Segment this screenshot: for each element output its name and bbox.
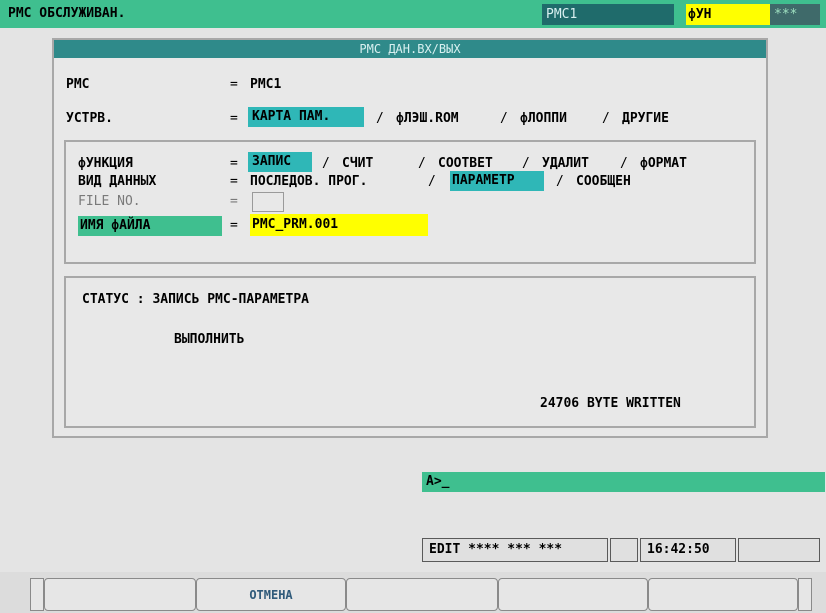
data-type-option-sequence-program[interactable]: ПОСЛЕДОВ. ПРОГ. xyxy=(250,174,367,189)
slash: / xyxy=(376,111,384,126)
data-type-option-parameter[interactable]: ПАРАМЕТР xyxy=(450,171,544,191)
device-label: УСТРВ. xyxy=(66,111,113,126)
command-input-line[interactable]: A>_ xyxy=(422,472,825,492)
file-no-input[interactable] xyxy=(252,192,284,212)
function-option-read[interactable]: СЧИТ xyxy=(342,156,373,171)
function-indicator: фУН xyxy=(686,4,770,25)
equals-sign: = xyxy=(230,77,238,92)
screen-title: PMC ОБСЛУЖИВАН. xyxy=(8,6,126,21)
file-name-input[interactable]: PMC_PRM.001 xyxy=(250,214,428,236)
softkey-4[interactable] xyxy=(498,578,648,611)
function-option-delete[interactable]: УДАЛИТ xyxy=(542,156,589,171)
pmc-value: PMC1 xyxy=(250,77,282,92)
clock: 16:42:50 xyxy=(640,538,736,562)
equals-sign: = xyxy=(230,218,238,233)
bytes-written-message: 24706 BYTE WRITTEN xyxy=(540,396,681,411)
panel-title: PMC ДАН.ВХ/ВЫХ xyxy=(54,40,766,58)
slash: / xyxy=(500,111,508,126)
slash: / xyxy=(322,156,330,171)
equals-sign: = xyxy=(230,194,238,209)
pmc-indicator: PMC1 xyxy=(542,4,674,25)
status-box: СТАТУС : ЗАПИСЬ PMC-ПАРАМЕТРА ВЫПОЛНИТЬ … xyxy=(64,276,756,428)
softkey-3[interactable] xyxy=(346,578,498,611)
equals-sign: = xyxy=(230,174,238,189)
device-option-floppy[interactable]: фЛОППИ xyxy=(520,111,567,126)
function-option-write[interactable]: ЗАПИС xyxy=(248,152,312,172)
input-prompt: A>_ xyxy=(426,474,450,489)
data-type-option-message[interactable]: СООБЩЕН xyxy=(576,174,631,189)
io-panel: PMC ДАН.ВХ/ВЫХ PMC = PMC1 УСТРВ. = КАРТА… xyxy=(52,38,768,438)
slash: / xyxy=(620,156,628,171)
slash: / xyxy=(602,111,610,126)
device-option-flash-rom[interactable]: фЛЭШ.ROM xyxy=(396,111,459,126)
slash: / xyxy=(522,156,530,171)
equals-sign: = xyxy=(230,156,238,171)
slash: / xyxy=(556,174,564,189)
data-type-label: ВИД ДАННЫХ xyxy=(78,174,157,189)
equals-sign: = xyxy=(230,111,238,126)
function-option-compare[interactable]: СООТВЕТ xyxy=(438,156,493,171)
function-settings-box: фУНКЦИЯ = ЗАПИС / СЧИТ / СООТВЕТ / УДАЛИ… xyxy=(64,140,756,264)
softkey-5[interactable] xyxy=(648,578,798,611)
slash: / xyxy=(428,174,436,189)
softkey-next[interactable] xyxy=(798,578,812,611)
function-option-format[interactable]: фОРМАТ xyxy=(640,156,687,171)
softkey-cancel[interactable]: ОТМЕНА xyxy=(196,578,346,611)
slash: / xyxy=(418,156,426,171)
alarm-indicator: *** xyxy=(770,4,820,25)
function-label: фУНКЦИЯ xyxy=(78,156,133,171)
pmc-label: PMC xyxy=(66,77,90,92)
mode-status: EDIT **** *** *** xyxy=(422,538,608,562)
status-spacer xyxy=(610,538,638,562)
softkey-return[interactable] xyxy=(30,578,44,611)
execute-message: ВЫПОЛНИТЬ xyxy=(174,332,245,347)
softkey-1[interactable] xyxy=(44,578,196,611)
device-option-other[interactable]: ДРУГИЕ xyxy=(622,111,669,126)
status-blank xyxy=(738,538,820,562)
status-line: СТАТУС : ЗАПИСЬ PMC-ПАРАМЕТРА xyxy=(82,292,309,307)
file-name-label: ИМЯ фАЙЛА xyxy=(78,216,222,236)
device-option-memory-card[interactable]: КАРТА ПАМ. xyxy=(248,107,364,127)
file-no-label: FILE NO. xyxy=(78,194,141,209)
